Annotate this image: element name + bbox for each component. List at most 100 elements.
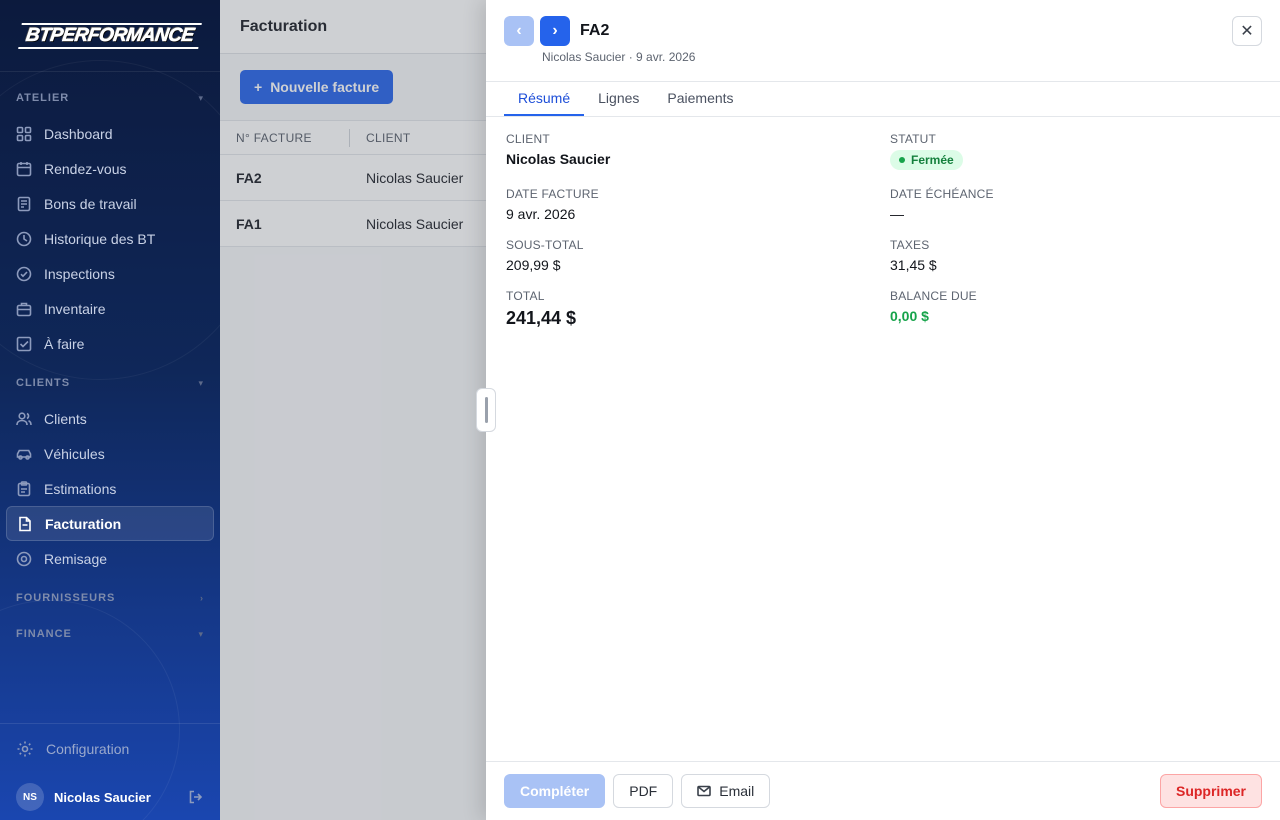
balance-value: 0,00 $ bbox=[890, 308, 929, 324]
logo: BTPERFORMANCE bbox=[18, 22, 202, 49]
close-icon: ✕ bbox=[1240, 23, 1254, 40]
field-statut: STATUT Fermée bbox=[890, 132, 963, 170]
status-dot-icon bbox=[899, 157, 905, 163]
chevron-down-icon: ▾ bbox=[198, 628, 204, 639]
sidebar-item-label: Bons de travail bbox=[44, 195, 137, 212]
configuration-link[interactable]: Configuration bbox=[0, 724, 220, 774]
field-sous-total: SOUS-TOTAL 209,99 $ bbox=[506, 238, 584, 273]
field-value: 31,45 $ bbox=[890, 257, 937, 273]
resize-handle[interactable] bbox=[476, 388, 496, 432]
section-fournisseurs[interactable]: FOURNISSEURS › bbox=[0, 580, 220, 616]
sidebar-item-vehicules[interactable]: Véhicules bbox=[6, 436, 214, 471]
total-value: 241,44 $ bbox=[506, 308, 577, 328]
sidebar-item-rendez-vous[interactable]: Rendez-vous bbox=[6, 151, 214, 186]
invoice-drawer: ‹ › FA2 Nicolas Saucier · 9 avr. 2026 ✕ … bbox=[476, 0, 1280, 820]
avatar: NS bbox=[16, 783, 44, 811]
section-finance[interactable]: FINANCE ▾ bbox=[0, 616, 220, 652]
sidebar-item-label: Inspections bbox=[44, 265, 115, 282]
section-label: FINANCE bbox=[16, 628, 72, 640]
field-balance-due: BALANCE DUE 0,00 $ bbox=[890, 289, 977, 324]
sidebar-item-bons-de-travail[interactable]: Bons de travail bbox=[6, 186, 214, 221]
grip-icon bbox=[484, 397, 488, 423]
section-label: CLIENTS bbox=[16, 377, 71, 389]
close-button[interactable]: ✕ bbox=[1232, 16, 1262, 46]
field-value: 9 avr. 2026 bbox=[506, 206, 576, 222]
next-button[interactable]: › bbox=[540, 16, 570, 46]
field-total: TOTAL 241,44 $ bbox=[506, 289, 576, 329]
field-label: TOTAL bbox=[506, 289, 545, 303]
status-badge: Fermée bbox=[890, 150, 963, 170]
chevron-right-icon: › bbox=[200, 593, 204, 603]
sidebar-item-dashboard[interactable]: Dashboard bbox=[6, 116, 214, 151]
briefcase-icon bbox=[16, 302, 32, 316]
tire-icon bbox=[16, 551, 32, 566]
sidebar-item-clients[interactable]: Clients bbox=[6, 401, 214, 436]
configuration-label: Configuration bbox=[46, 741, 130, 757]
field-value: — bbox=[890, 206, 904, 222]
field-label: BALANCE DUE bbox=[890, 289, 977, 303]
document-icon bbox=[17, 196, 31, 211]
field-taxes: TAXES 31,45 $ bbox=[890, 238, 937, 273]
logout-icon[interactable] bbox=[188, 789, 204, 805]
chevron-down-icon: ▾ bbox=[198, 92, 204, 103]
complete-button[interactable]: Compléter bbox=[504, 774, 606, 808]
sidebar: BTPERFORMANCE ATELIER ▾ Dashboard Rendez… bbox=[0, 0, 220, 820]
section-label: FOURNISSEURS bbox=[16, 592, 116, 604]
user-name: Nicolas Saucier bbox=[54, 789, 151, 805]
email-button[interactable]: Email bbox=[681, 774, 771, 808]
sidebar-item-estimations[interactable]: Estimations bbox=[6, 471, 214, 506]
field-label: SOUS-TOTAL bbox=[506, 238, 584, 252]
sidebar-item-historique[interactable]: Historique des BT bbox=[6, 221, 214, 256]
sidebar-item-label: Estimations bbox=[44, 480, 117, 497]
sidebar-item-inspections[interactable]: Inspections bbox=[6, 256, 214, 291]
section-clients[interactable]: CLIENTS ▾ bbox=[0, 365, 220, 401]
drawer-header: ‹ › FA2 Nicolas Saucier · 9 avr. 2026 ✕ bbox=[486, 0, 1280, 82]
status-text: Fermée bbox=[911, 153, 954, 167]
file-icon bbox=[19, 516, 31, 531]
drawer-title: FA2 bbox=[580, 22, 610, 39]
previous-button[interactable]: ‹ bbox=[504, 16, 534, 46]
grid-icon bbox=[16, 126, 32, 141]
clock-icon bbox=[16, 231, 32, 246]
sidebar-item-label: Clients bbox=[44, 410, 87, 427]
sidebar-item-label: Véhicules bbox=[44, 445, 105, 462]
drawer-tabs: Résumé Lignes Paiements bbox=[486, 82, 1280, 117]
check-circle-icon bbox=[16, 266, 32, 281]
sidebar-item-label: À faire bbox=[44, 335, 85, 352]
mail-icon bbox=[697, 785, 712, 797]
car-icon bbox=[16, 449, 32, 460]
sidebar-item-label: Rendez-vous bbox=[44, 160, 127, 177]
sidebar-item-label: Remisage bbox=[44, 550, 108, 567]
delete-button[interactable]: Supprimer bbox=[1159, 774, 1262, 808]
sidebar-item-label: Dashboard bbox=[44, 125, 113, 142]
sidebar-footer: Configuration NS Nicolas Saucier bbox=[0, 723, 220, 820]
users-icon bbox=[16, 411, 32, 425]
section-label: ATELIER bbox=[16, 92, 70, 104]
sidebar-item-a-faire[interactable]: À faire bbox=[6, 326, 214, 361]
email-label: Email bbox=[719, 783, 755, 799]
logo-area[interactable]: BTPERFORMANCE bbox=[0, 0, 220, 72]
section-atelier[interactable]: ATELIER ▾ bbox=[0, 80, 220, 116]
sidebar-item-remisage[interactable]: Remisage bbox=[6, 541, 214, 576]
drawer-footer: Compléter PDF Email Supprimer bbox=[486, 761, 1280, 820]
field-label: TAXES bbox=[890, 238, 930, 252]
sidebar-item-inventaire[interactable]: Inventaire bbox=[6, 291, 214, 326]
sidebar-item-label: Inventaire bbox=[44, 300, 106, 317]
tab-paiements[interactable]: Paiements bbox=[653, 82, 747, 116]
checkbox-icon bbox=[16, 336, 32, 351]
field-label: DATE FACTURE bbox=[506, 187, 599, 201]
clipboard-icon bbox=[17, 480, 31, 496]
field-label: CLIENT bbox=[506, 132, 550, 146]
field-client: CLIENT Nicolas Saucier bbox=[506, 132, 610, 167]
field-date-echeance: DATE ÉCHÉANCE — bbox=[890, 187, 994, 222]
tab-resume[interactable]: Résumé bbox=[504, 82, 585, 116]
user-profile[interactable]: NS Nicolas Saucier bbox=[0, 774, 220, 820]
field-value: Nicolas Saucier bbox=[506, 151, 611, 167]
sidebar-item-facturation[interactable]: Facturation bbox=[6, 506, 214, 541]
tab-lignes[interactable]: Lignes bbox=[584, 82, 653, 116]
field-label: DATE ÉCHÉANCE bbox=[890, 187, 994, 201]
sidebar-item-label: Historique des BT bbox=[44, 230, 156, 247]
calendar-icon bbox=[16, 161, 32, 176]
field-value: 209,99 $ bbox=[506, 257, 561, 273]
pdf-button[interactable]: PDF bbox=[613, 774, 674, 808]
